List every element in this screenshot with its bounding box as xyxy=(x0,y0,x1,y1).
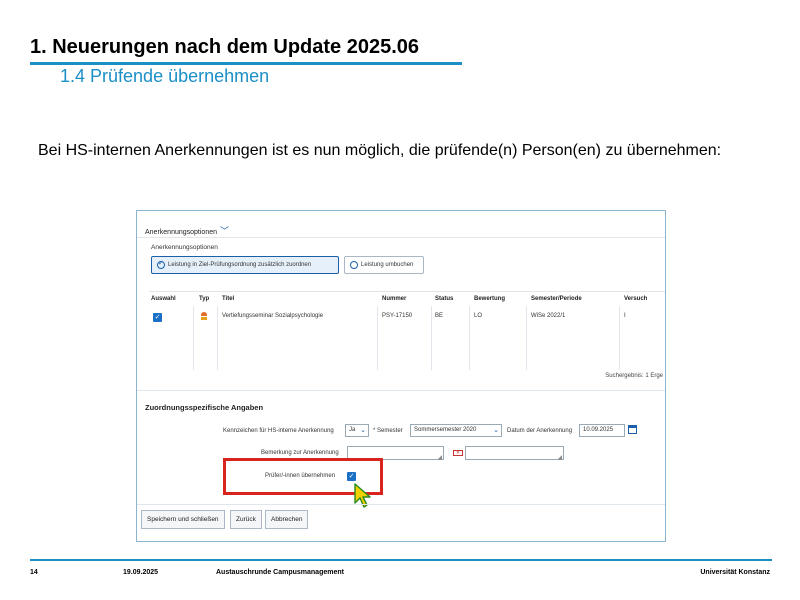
cancel-button[interactable]: Abbrechen xyxy=(265,510,309,529)
chevron-down-icon: ⌄ xyxy=(360,427,366,434)
footer-divider xyxy=(30,559,772,561)
semester-label: * Semester xyxy=(373,428,403,434)
chevron-down-icon: ⌄ xyxy=(493,427,499,434)
divider xyxy=(137,237,665,238)
type-icon xyxy=(200,312,208,322)
column-divider xyxy=(217,306,218,370)
kennzeichen-label: Kennzeichen für HS-interne Anerkennung xyxy=(223,428,334,434)
divider xyxy=(137,504,665,505)
kennzeichen-value: Ja xyxy=(349,427,356,433)
flag-icon: ✕ xyxy=(453,450,463,456)
results-count: Suchergebnis: 1 Erge xyxy=(605,373,663,379)
col-header-nummer: Nummer xyxy=(382,296,407,302)
page-number: 14 xyxy=(30,569,38,576)
column-divider xyxy=(193,306,194,370)
option-rebook-label: Leistung umbuchen xyxy=(361,262,414,268)
options-header[interactable]: Anerkennungsoptionen ﹀ xyxy=(145,224,229,237)
results-table: Auswahl Typ Titel Nummer Status Bewertun… xyxy=(149,291,665,370)
col-header-titel: Titel xyxy=(222,296,235,302)
date-input[interactable]: 10.09.2025 xyxy=(579,424,625,437)
mouse-pointer-icon xyxy=(354,483,371,508)
checkmark-icon: ✓ xyxy=(153,313,162,322)
calendar-icon[interactable] xyxy=(628,425,637,434)
column-divider xyxy=(431,306,432,370)
date-value: 10.09.2025 xyxy=(583,427,614,433)
radio-checked-icon xyxy=(157,259,165,269)
col-header-versuch: Versuch xyxy=(624,296,648,302)
bemerkung-textarea-en[interactable] xyxy=(465,446,564,461)
save-and-close-button[interactable]: Speichern und schließen xyxy=(141,510,225,529)
footer-date: 19.09.2025 xyxy=(123,569,159,576)
semester-select[interactable]: Sommersemester 2020 ⌄ xyxy=(410,424,502,437)
col-header-typ: Typ xyxy=(199,296,210,302)
row-status: BE xyxy=(435,313,444,319)
title-underline xyxy=(30,62,462,65)
slide-subtitle: 1.4 Prüfende übernehmen xyxy=(60,66,270,86)
bemerkung-label: Bemerkung zur Anerkennung xyxy=(261,450,339,456)
col-header-auswahl: Auswahl xyxy=(151,296,176,302)
row-select-checkbox[interactable]: ✓ xyxy=(153,313,162,322)
col-header-bewertung: Bewertung xyxy=(474,296,506,302)
column-divider xyxy=(619,306,620,370)
column-divider xyxy=(377,306,378,370)
col-header-semester: Semester/Periode xyxy=(531,296,582,302)
row-semester: WiSe 2022/1 xyxy=(531,313,566,319)
divider xyxy=(137,390,665,391)
slide-title: 1. Neuerungen nach dem Update 2025.06 xyxy=(30,36,420,58)
semester-value: Sommersemester 2020 xyxy=(414,427,477,433)
col-header-status: Status xyxy=(435,296,454,302)
embedded-screenshot: Anerkennungsoptionen ﹀ Anerkennungsoption… xyxy=(136,210,666,542)
kennzeichen-select[interactable]: Ja ⌄ xyxy=(345,424,369,437)
row-attempt: I xyxy=(624,313,626,319)
row-grade: LO xyxy=(474,313,483,319)
row-title[interactable]: Vertiefungsseminar Sozialpsychologie xyxy=(222,313,323,319)
options-label: Anerkennungsoptionen xyxy=(151,244,218,251)
radio-icon xyxy=(350,261,358,269)
footer-event: Austauschrunde Campusmanagement xyxy=(216,569,344,576)
row-number: PSY-17150 xyxy=(382,313,413,319)
option-add-to-target[interactable]: Leistung in Ziel-Prüfungsordnung zusätzl… xyxy=(151,256,339,274)
body-text: Bei HS-internen Anerkennungen ist es nun… xyxy=(38,142,722,159)
footer-org: Universität Konstanz xyxy=(700,569,770,576)
section-title: Zuordnungsspezifische Angaben xyxy=(145,403,264,412)
back-button[interactable]: Zurück xyxy=(230,510,262,529)
pruefer-checkbox[interactable]: ✓ xyxy=(347,472,356,481)
pruefer-label: Prüfer/-innen übernehmen xyxy=(265,473,336,479)
column-divider xyxy=(469,306,470,370)
column-divider xyxy=(526,306,527,370)
option-add-label: Leistung in Ziel-Prüfungsordnung zusätzl… xyxy=(168,262,312,268)
option-rebook[interactable]: Leistung umbuchen xyxy=(344,256,424,274)
date-label: Datum der Anerkennung xyxy=(507,428,573,434)
chevron-down-icon[interactable]: ﹀ xyxy=(220,226,229,236)
options-header-label: Anerkennungsoptionen xyxy=(145,229,218,236)
